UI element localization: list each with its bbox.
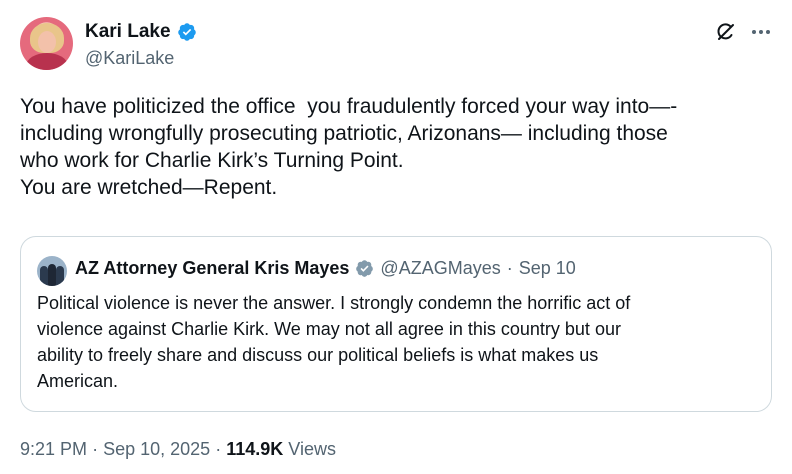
quote-text: Political violence is never the answer. … [37, 290, 757, 394]
author-name-row: Kari Lake [85, 21, 197, 43]
author-handle[interactable]: @KariLake [85, 47, 174, 69]
quote-author-avatar [37, 256, 67, 286]
tweet-line: including wrongfully prosecuting patriot… [20, 122, 668, 145]
tweet-line: who work for Charlie Kirk’s Turning Poin… [20, 149, 404, 172]
avatar-figure [56, 266, 64, 286]
meta-separator: · [92, 439, 99, 459]
more-dot [752, 30, 756, 34]
verified-badge-icon[interactable] [177, 22, 197, 42]
tweet-text: You have politicized the office you frau… [20, 93, 780, 201]
tweet-meta: 9:21 PM · Sep 10, 2025 · 114.9K Views [20, 438, 336, 460]
meta-separator: · [215, 439, 222, 459]
quote-author-name: AZ Attorney General Kris Mayes [75, 258, 350, 278]
government-verified-badge-icon [356, 260, 374, 277]
avatar-figure [48, 264, 56, 286]
tweet-card: Kari Lake @KariLake You have politicized… [0, 0, 792, 474]
tweet-date[interactable]: Sep 10, 2025 [103, 439, 210, 459]
avatar-figure [40, 266, 48, 286]
quote-line: American. [37, 371, 119, 391]
quote-author-handle: @AZAGMayes [380, 258, 501, 278]
more-dot [759, 30, 763, 34]
author-display-name[interactable]: Kari Lake [85, 21, 171, 43]
grok-icon[interactable] [714, 20, 738, 44]
views-label: Views [288, 439, 336, 459]
quoted-tweet[interactable]: AZ Attorney General Kris Mayes @AZAGMaye… [20, 236, 772, 412]
quote-header: AZ Attorney General Kris Mayes @AZAGMaye… [75, 258, 576, 279]
views-count[interactable]: 114.9K [226, 439, 283, 459]
tweet-line: You have politicized the office you frau… [20, 95, 678, 118]
avatar-face [38, 31, 56, 53]
tweet-time[interactable]: 9:21 PM [20, 439, 87, 459]
quote-line: violence against Charlie Kirk. We may no… [37, 319, 621, 339]
tweet-line: You are wretched—Repent. [20, 176, 278, 199]
author-avatar[interactable] [20, 17, 73, 70]
quote-line: Political violence is never the answer. … [37, 293, 631, 313]
quote-date: Sep 10 [518, 258, 576, 278]
more-dot [766, 30, 770, 34]
more-options-icon[interactable] [748, 22, 774, 42]
quote-line: ability to freely share and discuss our … [37, 345, 599, 365]
avatar-body [26, 53, 68, 70]
quote-separator: · [506, 258, 513, 278]
